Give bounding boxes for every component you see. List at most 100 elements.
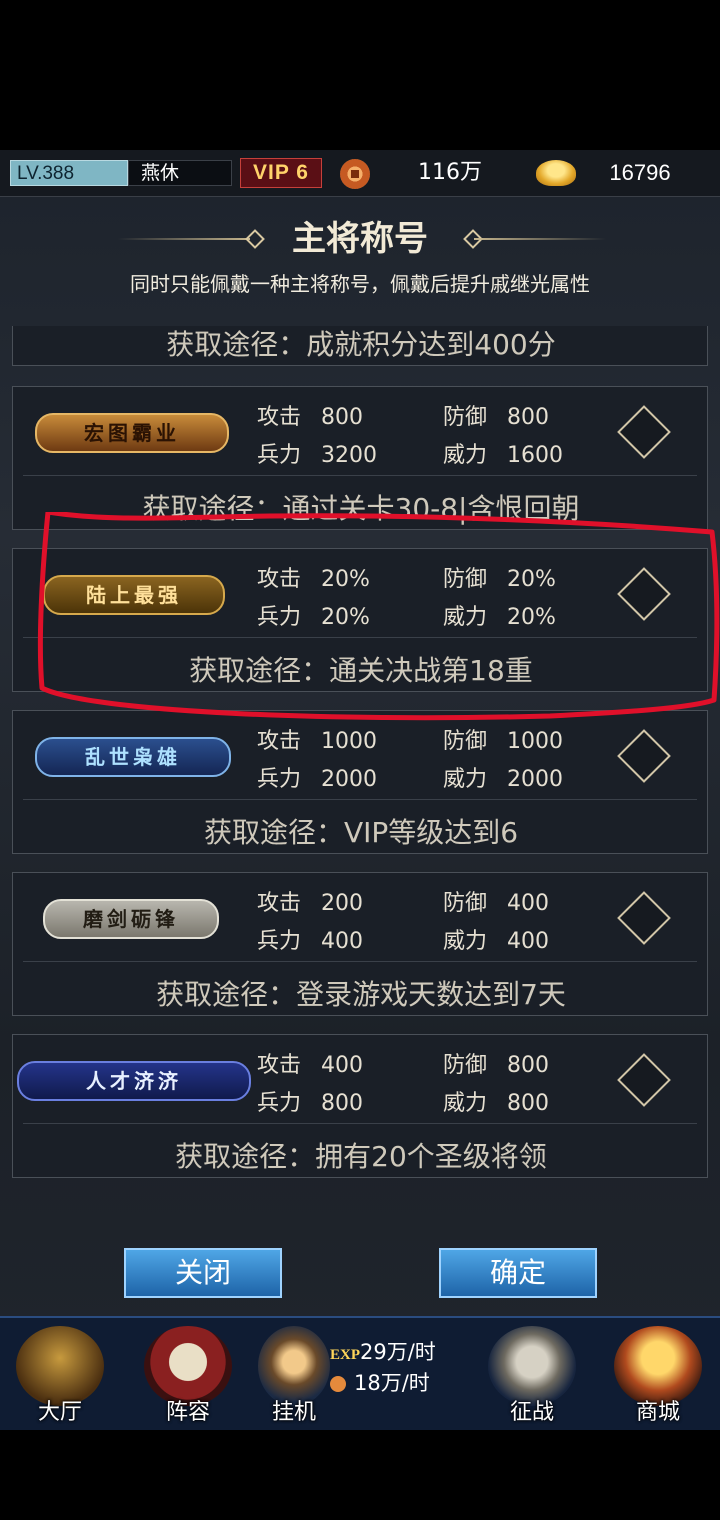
troops-stat: 兵力 20%	[257, 599, 370, 631]
power-stat: 威力 20%	[443, 599, 556, 631]
stat-value: 400	[321, 929, 363, 954]
title-card: 乱世枭雄 攻击 1000 防御 1000 兵力 2000 威力 2000 获取途径：VI…	[12, 710, 708, 854]
stat-label: 兵力	[257, 443, 302, 468]
stat-label: 兵力	[257, 605, 302, 630]
stat-value: 3200	[321, 443, 377, 468]
stat-value: 400	[507, 929, 549, 954]
idle-income: EXP29万/时 18万/时	[330, 1338, 450, 1397]
stat-value: 1000	[507, 729, 563, 754]
stat-label: 威力	[443, 605, 488, 630]
stat-value: 20%	[507, 567, 556, 592]
stat-value: 20%	[321, 605, 370, 630]
exp-rate: 29万/时	[360, 1340, 436, 1364]
stat-value: 200	[321, 891, 363, 916]
coin-amount: 116万	[418, 160, 482, 185]
defense-stat: 防御 800	[443, 399, 549, 431]
title-card: 陆上最强 攻击 20% 防御 20% 兵力 20% 威力 20% 获取途径：通关决战第1…	[12, 548, 708, 692]
defense-stat: 防御 800	[443, 1047, 549, 1079]
stat-value: 20%	[507, 605, 556, 630]
attack-stat: 攻击 400	[257, 1047, 363, 1079]
title-badge-hongtu: 宏图霸业	[35, 413, 229, 453]
level-badge: LV.388	[10, 160, 128, 186]
stat-label: 兵力	[257, 767, 302, 792]
gold-amount: 16796	[609, 160, 671, 185]
title-card: 宏图霸业 攻击 800 防御 800 兵力 3200 威力 1600 获取途径：通过关卡…	[12, 386, 708, 530]
equip-title-button[interactable]	[617, 729, 671, 783]
copper-coin-icon	[330, 1376, 346, 1392]
nav-label: 征战	[509, 1400, 554, 1425]
stat-label: 兵力	[257, 1091, 302, 1116]
title-card: 人才济济 攻击 400 防御 800 兵力 800 威力 800 获取途径：拥有20个圣…	[12, 1034, 708, 1178]
stat-value: 20%	[321, 567, 370, 592]
divider	[23, 637, 697, 638]
power-stat: 威力 1600	[443, 437, 563, 469]
stat-value: 1000	[321, 729, 377, 754]
equip-title-button[interactable]	[617, 405, 671, 459]
equip-title-button[interactable]	[617, 1053, 671, 1107]
title-list[interactable]: 获取途径：成就积分达到400分 宏图霸业 攻击 800 防御 800 兵力 3200 …	[12, 326, 708, 1182]
coin-rate-row: 18万/时	[330, 1369, 450, 1397]
title-badge-mojian: 磨剑砺锋	[43, 899, 219, 939]
requirement-text: 获取途径：登录游戏天数达到7天	[156, 978, 566, 1011]
stat-label: 威力	[443, 443, 488, 468]
stat-value: 800	[507, 1091, 549, 1116]
resource-bar: LV.388 燕休 VIP 6 116万 16796	[0, 150, 720, 197]
equip-title-button[interactable]	[617, 891, 671, 945]
title-decor-line-right	[474, 238, 606, 240]
stat-label: 攻击	[257, 567, 302, 592]
game-screen: LV.388 燕休 VIP 6 116万 16796 主将称号 同时只能佩戴一种…	[0, 150, 720, 1430]
coin-rate: 18万/时	[354, 1371, 430, 1395]
stat-label: 攻击	[257, 891, 302, 916]
stat-value: 400	[321, 1053, 363, 1078]
stat-value: 2000	[507, 767, 563, 792]
power-stat: 威力 2000	[443, 761, 563, 793]
page-subtitle: 同时只能佩戴一种主将称号，佩戴后提升戚继光属性	[130, 272, 590, 296]
defense-stat: 防御 20%	[443, 561, 556, 593]
exp-tag: EXP	[330, 1347, 360, 1363]
stat-label: 威力	[443, 767, 488, 792]
attack-stat: 攻击 20%	[257, 561, 370, 593]
stat-value: 800	[321, 1091, 363, 1116]
requirement-text: 获取途径：通关决战第18重	[189, 654, 533, 687]
confirm-button[interactable]: 确定	[439, 1248, 597, 1298]
troops-stat: 兵力 2000	[257, 761, 377, 793]
title-card: 获取途径：成就积分达到400分	[12, 326, 708, 366]
nav-hall[interactable]: 大厅	[6, 1324, 114, 1426]
nav-lineup[interactable]: 阵容	[134, 1324, 242, 1426]
bottom-nav: 大厅 阵容 挂机 EXP29万/时 18万/时 征战 商城	[0, 1316, 720, 1430]
stat-value: 800	[321, 405, 363, 430]
vip-badge[interactable]: VIP 6	[240, 158, 322, 188]
stat-value: 1600	[507, 443, 563, 468]
stat-value: 400	[507, 891, 549, 916]
requirement-text: 获取途径：成就积分达到400分	[166, 328, 556, 361]
attack-stat: 攻击 800	[257, 399, 363, 431]
stat-value: 2000	[321, 767, 377, 792]
title-card: 磨剑砺锋 攻击 200 防御 400 兵力 400 威力 400 获取途径：登录游戏天数…	[12, 872, 708, 1016]
page-title: 主将称号	[292, 219, 428, 259]
divider	[23, 799, 697, 800]
troops-stat: 兵力 800	[257, 1085, 363, 1117]
nav-shop[interactable]: 商城	[604, 1324, 712, 1426]
title-badge-luanshi: 乱世枭雄	[35, 737, 231, 777]
nav-campaign[interactable]: 征战	[478, 1324, 586, 1426]
nav-label: 阵容	[165, 1400, 210, 1425]
equip-title-button[interactable]	[617, 567, 671, 621]
stat-label: 防御	[443, 729, 488, 754]
divider	[23, 475, 697, 476]
defense-stat: 防御 1000	[443, 723, 563, 755]
player-name: 燕休	[128, 160, 232, 186]
copper-coin-icon	[340, 159, 370, 189]
stat-label: 兵力	[257, 929, 302, 954]
attack-stat: 攻击 1000	[257, 723, 377, 755]
stat-label: 防御	[443, 1053, 488, 1078]
requirement-text: 获取途径：拥有20个圣级将领	[175, 1140, 547, 1173]
stat-label: 威力	[443, 929, 488, 954]
close-button[interactable]: 关闭	[124, 1248, 282, 1298]
stat-label: 攻击	[257, 1053, 302, 1078]
nav-label: 商城	[635, 1400, 680, 1425]
divider	[23, 1123, 697, 1124]
power-stat: 威力 800	[443, 1085, 549, 1117]
requirement-text: 获取途径：通过关卡30-8|含恨回朝	[142, 492, 580, 525]
defense-stat: 防御 400	[443, 885, 549, 917]
stat-label: 防御	[443, 891, 488, 916]
